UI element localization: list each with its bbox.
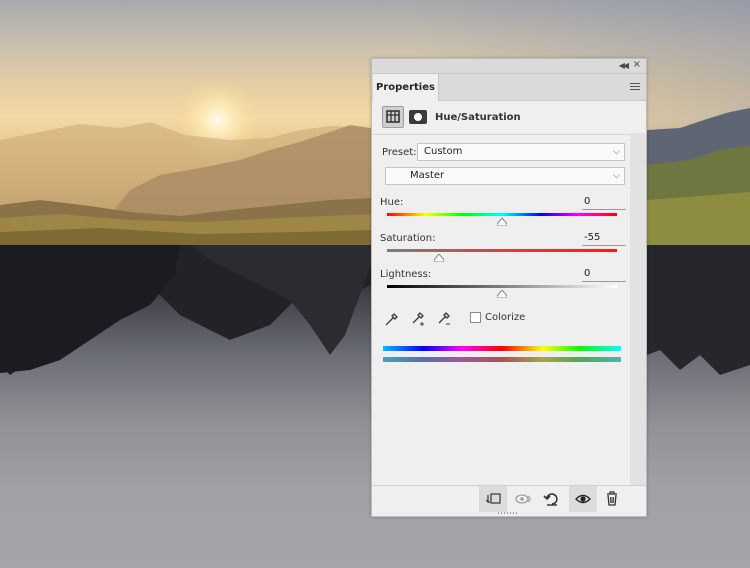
reset-icon [543,493,558,506]
layer-mask-icon[interactable] [409,110,427,124]
trash-icon [607,491,617,506]
panel-bottom-toolbar [372,485,646,512]
colorize-checkbox[interactable] [470,312,481,323]
view-previous-state-icon [515,494,531,504]
output-color-bar [383,357,621,362]
saturation-slider-thumb[interactable] [433,254,444,262]
lightness-label: Lightness: [380,269,432,280]
chevron-down-icon: ⌵ [613,171,620,181]
hue-label: Hue: [380,197,404,208]
eyedropper-icon[interactable] [384,311,400,327]
visibility-eye-icon [575,494,591,504]
tab-properties[interactable]: Properties [373,74,439,101]
channel-dropdown[interactable]: Master ⌵ [385,167,625,185]
panel-tabbar: Properties [372,74,646,101]
panel-resize-grip[interactable] [498,511,518,515]
panel-titlebar[interactable]: ◀◀ × [372,59,646,74]
preset-label: Preset: [382,147,417,158]
panel-menu-icon[interactable] [630,83,640,92]
chevron-down-icon: ⌵ [613,147,620,157]
saturation-value-field[interactable]: -55 [582,232,626,246]
saturation-slider-track[interactable] [387,249,617,252]
clip-to-layer-icon [485,493,501,504]
delete-adjustment-button[interactable] [598,486,626,512]
hue-saturation-layer-icon[interactable] [382,106,404,128]
lightness-slider-track[interactable] [387,285,617,288]
adjustment-title: Hue/Saturation [435,112,521,123]
lightness-value-field[interactable]: 0 [582,268,626,282]
divider [372,134,646,135]
view-previous-state-button[interactable] [510,486,538,512]
preset-value: Custom [424,146,463,157]
double-chevron-left-icon[interactable]: ◀◀ [619,61,629,70]
adjustment-header: Hue/Saturation [372,106,646,130]
hue-slider-thumb[interactable] [497,218,507,226]
channel-value: Master [410,170,445,181]
preset-dropdown[interactable]: Custom ⌵ [417,143,625,161]
hue-slider-track[interactable] [387,213,617,216]
close-icon[interactable]: × [633,59,641,70]
reset-button[interactable] [538,486,566,512]
saturation-label: Saturation: [380,233,436,244]
eyedropper-subtract-icon[interactable] [436,311,452,327]
panel-scrollbar[interactable] [630,133,646,485]
clip-to-layer-button[interactable] [479,486,507,512]
colorize-label: Colorize [485,312,526,323]
hue-value-field[interactable]: 0 [582,196,626,210]
toggle-visibility-button[interactable] [569,486,597,512]
eyedropper-add-icon[interactable] [410,311,426,327]
input-color-bar [383,346,621,351]
lightness-slider-thumb[interactable] [497,290,507,298]
properties-panel: ◀◀ × Properties Hue/Saturation Preset: C… [371,58,647,517]
